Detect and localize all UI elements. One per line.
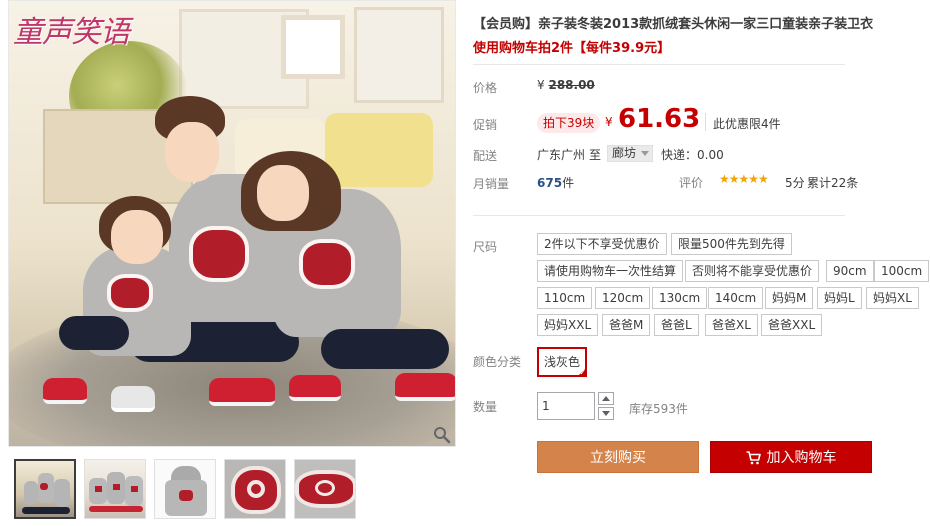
product-subtitle: 使用购物车拍2件【每件39.9元】 bbox=[473, 41, 671, 56]
size-option[interactable]: 爸爸L bbox=[654, 314, 699, 336]
check-icon: ✓ bbox=[579, 368, 587, 377]
shipping-to-label: 至 bbox=[589, 148, 602, 162]
size-option[interactable]: 爸爸XXL bbox=[761, 314, 823, 336]
size-label: 尺码 bbox=[473, 240, 498, 254]
shopping-cart-icon bbox=[746, 451, 761, 465]
add-to-cart-button[interactable]: 加入购物车 bbox=[710, 441, 872, 473]
promo-tag: 拍下39块 bbox=[537, 113, 601, 133]
size-option[interactable]: 100cm bbox=[874, 260, 930, 282]
quantity-input[interactable]: 1 bbox=[537, 392, 595, 420]
thumbnail-strip bbox=[14, 459, 356, 521]
price-separator bbox=[705, 113, 706, 131]
quantity-decrease-button[interactable] bbox=[598, 407, 614, 420]
size-option[interactable]: 爸爸XL bbox=[705, 314, 758, 336]
brand-logo: 童声笑语 bbox=[13, 15, 130, 50]
sales-label: 月销量 bbox=[473, 177, 510, 191]
size-option[interactable]: 140cm bbox=[708, 287, 764, 309]
original-price-currency: ¥ bbox=[537, 78, 545, 92]
thumbnail-hoodie-photo[interactable] bbox=[154, 459, 216, 519]
divider bbox=[473, 215, 845, 216]
size-option[interactable]: 90cm bbox=[826, 260, 874, 282]
thumbnail-heart-print-detail[interactable] bbox=[294, 459, 356, 519]
child-figure bbox=[39, 196, 209, 416]
quantity-label: 数量 bbox=[473, 400, 498, 414]
chevron-down-icon bbox=[641, 151, 650, 156]
size-option[interactable]: 爸爸M bbox=[602, 314, 651, 336]
background-frame bbox=[354, 7, 444, 103]
shipping-destination-value: 廊坊 bbox=[612, 146, 637, 160]
size-option[interactable]: 110cm bbox=[537, 287, 593, 309]
rating-stars: ★★★★★ bbox=[719, 172, 769, 186]
arrow-down-icon bbox=[602, 411, 610, 416]
magnifier-icon[interactable] bbox=[433, 426, 451, 444]
product-title: 【会员购】亲子装冬装2013款抓绒套头休闲一家三口童装亲子装卫衣 bbox=[473, 17, 874, 32]
size-option[interactable]: 2件以下不享受优惠价 bbox=[537, 233, 667, 255]
monthly-sales: 675件 bbox=[537, 174, 574, 191]
thumbnail-heart-print-closeup[interactable] bbox=[224, 459, 286, 519]
shipping-destination-select[interactable]: 廊坊 bbox=[607, 145, 654, 162]
mother-figure bbox=[237, 151, 455, 421]
original-price-value: 288.00 bbox=[548, 78, 595, 92]
shipping-label: 配送 bbox=[473, 149, 498, 163]
background-picture-frame bbox=[281, 15, 345, 79]
size-option[interactable]: 妈妈XXL bbox=[537, 314, 599, 336]
buy-now-button[interactable]: 立刻购买 bbox=[537, 441, 699, 473]
thumbnail-family-sofa-photo[interactable] bbox=[84, 459, 146, 519]
promo-price: 61.63 bbox=[618, 104, 701, 134]
divider bbox=[473, 64, 845, 65]
rating-score: 5分 bbox=[785, 176, 805, 190]
promo-price-currency: ¥ bbox=[605, 115, 613, 129]
review-count-link[interactable]: 累计22条 bbox=[807, 174, 858, 191]
color-option-selected[interactable]: 浅灰色 ✓ bbox=[537, 347, 588, 377]
main-product-image[interactable]: 童声笑语 bbox=[8, 0, 456, 447]
rating-label: 评价 bbox=[679, 176, 704, 190]
size-option[interactable]: 120cm bbox=[595, 287, 651, 309]
quantity-increase-button[interactable] bbox=[598, 392, 614, 405]
size-option[interactable]: 妈妈XL bbox=[866, 287, 919, 309]
size-option[interactable]: 妈妈M bbox=[765, 287, 814, 309]
size-option[interactable]: 否则将不能享受优惠价 bbox=[685, 260, 820, 282]
shipping-from: 广东广州 bbox=[537, 148, 586, 162]
shipping-fee: 快递：0.00 bbox=[661, 148, 724, 162]
original-price: ¥ 288.00 bbox=[537, 78, 595, 92]
size-option[interactable]: 130cm bbox=[652, 287, 708, 309]
size-option[interactable]: 限量500件先到先得 bbox=[671, 233, 792, 255]
monthly-sales-count: 675 bbox=[537, 176, 563, 190]
stock-count: 库存593件 bbox=[629, 402, 688, 416]
add-to-cart-label: 加入购物车 bbox=[766, 450, 837, 466]
price-label: 价格 bbox=[473, 81, 498, 95]
color-option-label: 浅灰色 bbox=[544, 355, 581, 369]
size-option[interactable]: 妈妈L bbox=[817, 287, 862, 309]
monthly-sales-unit: 件 bbox=[562, 176, 575, 190]
thumbnail-family-photo[interactable] bbox=[14, 459, 76, 519]
color-label: 颜色分类 bbox=[473, 355, 522, 369]
promo-label: 促销 bbox=[473, 118, 498, 132]
promo-limit: 此优惠限4件 bbox=[713, 117, 781, 131]
arrow-up-icon bbox=[602, 396, 610, 401]
size-option[interactable]: 请使用购物车一次性结算 bbox=[537, 260, 684, 282]
